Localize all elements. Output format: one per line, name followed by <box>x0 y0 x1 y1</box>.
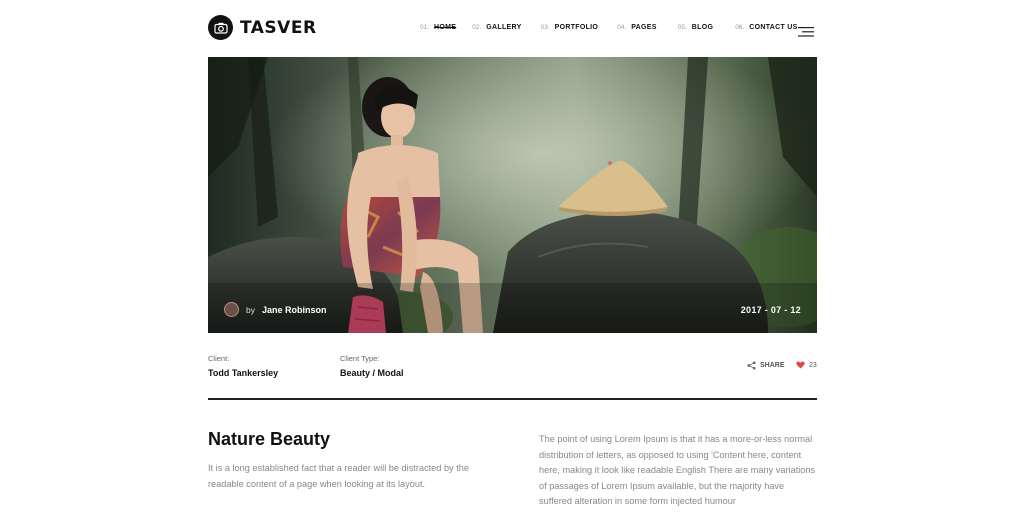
nav-number: 03. <box>540 24 550 31</box>
forest-photo <box>208 57 817 333</box>
author-avatar <box>224 302 239 317</box>
share-label: SHARE <box>760 362 785 369</box>
section-title: Nature Beauty <box>208 429 331 449</box>
like-button[interactable]: 23 <box>796 361 817 369</box>
nav-item-contact[interactable]: 06. CONTACT US <box>735 24 797 31</box>
client-type-value: Beauty / Modal <box>340 368 404 378</box>
camera-icon <box>208 15 233 40</box>
main-nav: 01. HOME 02. GALLERY 03. PORTFOLIO 04. P… <box>420 24 798 31</box>
hero-image: by Jane Robinson 2017 - 07 - 12 <box>208 57 817 333</box>
brand-name: TASVER <box>240 17 317 38</box>
nav-label: PORTFOLIO <box>554 24 599 31</box>
brand-logo[interactable]: TASVER <box>208 15 317 40</box>
heart-icon <box>796 361 805 369</box>
share-button[interactable]: SHARE <box>747 361 785 370</box>
hamburger-icon[interactable] <box>798 24 814 37</box>
nav-item-home[interactable]: 01. HOME <box>420 24 456 31</box>
nav-label: BLOG <box>691 24 714 31</box>
author-prefix: by <box>246 304 255 315</box>
nav-label: HOME <box>434 24 457 31</box>
nav-number: 04. <box>617 24 627 31</box>
nav-label: PAGES <box>631 24 657 31</box>
nav-number: 01. <box>420 24 430 31</box>
client-label: Client: <box>208 354 230 363</box>
like-count: 23 <box>809 361 817 369</box>
author-name: Jane Robinson <box>261 304 327 315</box>
post-author[interactable]: by Jane Robinson <box>224 302 327 317</box>
nav-label: CONTACT US <box>749 24 798 31</box>
client-value: Todd Tankersley <box>208 368 279 378</box>
client-type-label: Client Type: <box>340 354 380 363</box>
post-date: 2017 - 07 - 12 <box>740 305 801 315</box>
nav-number: 06. <box>735 24 745 31</box>
intro-paragraph: It is a long established fact that a rea… <box>208 463 469 489</box>
body-paragraph: The point of using Lorem Ipsum is that i… <box>539 434 816 506</box>
nav-item-pages[interactable]: 04. PAGES <box>617 24 657 31</box>
nav-number: 05. <box>677 24 687 31</box>
nav-item-blog[interactable]: 05. BLOG <box>678 24 713 31</box>
nav-item-gallery[interactable]: 02. GALLERY <box>472 24 521 31</box>
nav-number: 02. <box>472 24 482 31</box>
nav-label: GALLERY <box>486 24 522 31</box>
section-divider <box>208 398 817 400</box>
share-icon <box>747 361 756 370</box>
nav-item-portfolio[interactable]: 03. PORTFOLIO <box>541 24 599 31</box>
